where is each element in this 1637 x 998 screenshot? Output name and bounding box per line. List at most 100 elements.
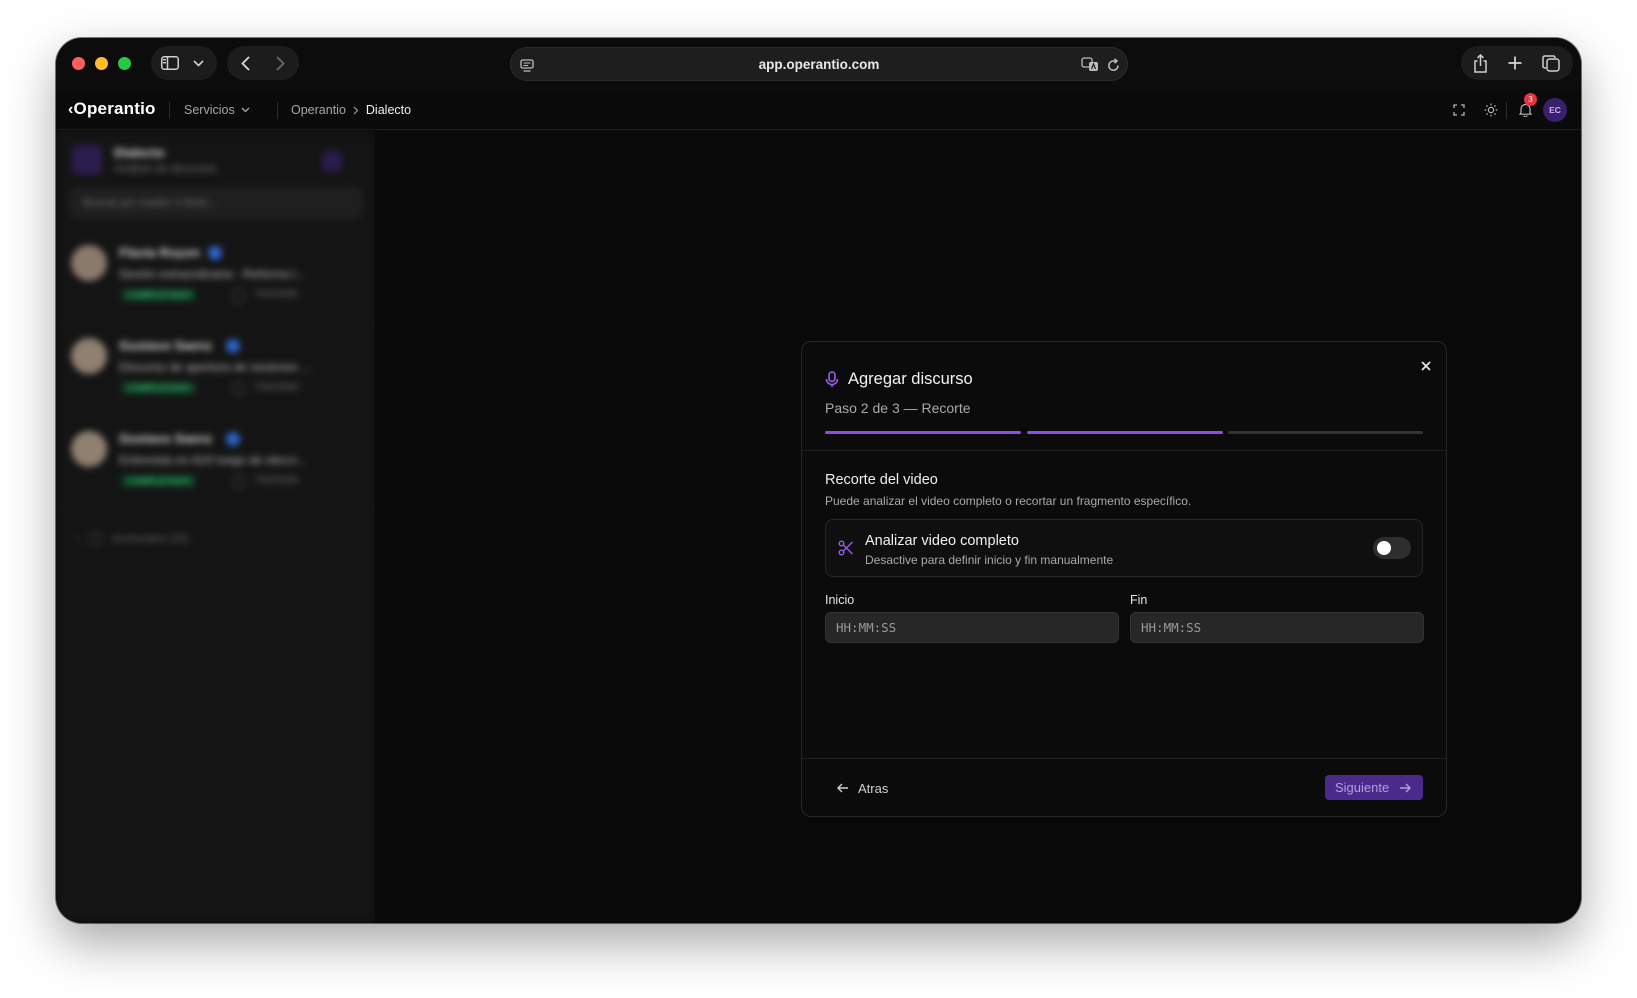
main-content: Agregar discurso Paso 2 de 3 — Recorte R… [375, 131, 1581, 923]
progress-step-2 [1027, 431, 1223, 434]
reload-icon[interactable] [1105, 56, 1121, 73]
list-item[interactable]: Gustavo Saenz Discurso de apertura de se… [56, 324, 375, 417]
clock-icon [232, 289, 246, 303]
add-speech-icon[interactable] [322, 151, 342, 171]
sidebar-toggle-group [151, 46, 217, 80]
add-speech-dialog: Agregar discurso Paso 2 de 3 — Recorte R… [801, 341, 1447, 817]
speech-title: Entrevista en A24 luego de elecci... [119, 453, 307, 467]
url-text: app.operantio.com [758, 57, 880, 72]
tabs-overview-icon[interactable] [1541, 54, 1561, 72]
end-label: Fin [1130, 593, 1148, 607]
operantio-logo[interactable]: ‹Operantio [68, 99, 156, 119]
sidebar-icon[interactable] [160, 55, 180, 71]
chevron-right-icon [353, 106, 359, 114]
speech-date: 7/02/2026 [254, 382, 299, 393]
logo-text: Operantio [73, 99, 156, 118]
breadcrumb-dialecto: Dialecto [365, 103, 412, 117]
clock-icon [232, 382, 246, 396]
speech-date: 7/02/2026 [254, 475, 299, 486]
avatar [71, 431, 107, 467]
archived-label: Archivados (33) [111, 533, 189, 545]
breadcrumb-operantio[interactable]: Operantio [291, 103, 346, 117]
sidebar-search-placeholder: Buscar por orador o título... [83, 197, 217, 209]
status-badge: COMPLETADO [121, 475, 197, 487]
sidebar-subtitle: Análisis de discursos [114, 163, 217, 175]
breadcrumb: Operantio Dialecto [291, 103, 411, 117]
arrow-right-icon [1400, 783, 1412, 792]
toggle-knob [1377, 541, 1391, 555]
verified-icon [226, 339, 240, 353]
notification-badge: 3 [1524, 93, 1537, 106]
microphone-icon [825, 371, 839, 387]
arrow-left-icon [837, 783, 848, 793]
new-tab-icon[interactable] [1506, 54, 1524, 72]
avatar [71, 245, 107, 281]
option-description: Desactive para definir inicio y fin manu… [865, 553, 1114, 567]
section-description: Puede analizar el video completo o recor… [825, 494, 1192, 508]
speaker-name: Gustavo Saenz [119, 338, 213, 353]
app-header: ‹Operantio Servicios Operantio Dialecto … [56, 90, 1581, 130]
chevron-right-icon: › [76, 533, 80, 545]
dialog-title: Agregar discurso [848, 370, 973, 388]
fullscreen-icon[interactable] [1452, 103, 1466, 117]
next-label: Siguiente [1335, 780, 1390, 795]
close-icon [1421, 361, 1431, 371]
speaker-name: Gustavo Saenz [119, 431, 213, 446]
verified-icon [226, 432, 240, 446]
list-item[interactable]: Flavia Royon Sesión extraordinaria - Ref… [56, 231, 375, 324]
address-bar[interactable]: app.operantio.com [510, 47, 1128, 81]
back-label: Atras [858, 780, 889, 796]
status-badge: COMPLETADO [121, 289, 197, 301]
minimize-window-button[interactable] [95, 57, 108, 70]
back-arrow-icon[interactable] [237, 55, 253, 71]
services-label: Servicios [184, 103, 235, 117]
footer-divider [802, 758, 1446, 759]
speaker-name: Flavia Royon [119, 245, 200, 260]
option-title: Analizar video completo [865, 533, 1019, 549]
chevron-down-icon[interactable] [191, 57, 205, 69]
archived-toggle[interactable]: › Archivados (33) [76, 533, 189, 545]
progress-step-1 [825, 431, 1021, 434]
share-icon[interactable] [1471, 53, 1489, 73]
status-badge: COMPLETADO [121, 382, 197, 394]
step-indicator: Paso 2 de 3 — Recorte [825, 400, 971, 416]
progress-step-3 [1228, 431, 1423, 434]
end-time-input[interactable] [1130, 612, 1424, 643]
header-divider [802, 450, 1446, 451]
browser-actions-group [1461, 46, 1573, 80]
avatar[interactable]: EC [1543, 98, 1567, 122]
forward-arrow-icon[interactable] [272, 55, 288, 71]
list-item[interactable]: Gustavo Saenz Entrevista en A24 luego de… [56, 417, 375, 510]
back-button[interactable]: Atras [837, 778, 888, 798]
theme-sun-icon[interactable] [1483, 102, 1499, 118]
full-video-option: Analizar video completo Desactive para d… [825, 519, 1423, 577]
close-dialog-button[interactable] [1416, 356, 1436, 376]
start-label: Inicio [825, 593, 855, 607]
translate-icon[interactable] [1081, 56, 1099, 73]
maximize-window-button[interactable] [118, 57, 131, 70]
clock-icon [232, 475, 246, 489]
section-title: Recorte del video [825, 472, 938, 488]
chevron-down-icon [241, 107, 250, 113]
speech-date: 7/02/2026 [254, 289, 299, 300]
speech-title: Sesión extraordinaria - Reforma l... [119, 267, 306, 281]
header-divider [169, 102, 170, 119]
browser-toolbar: app.operantio.com [56, 38, 1581, 90]
full-video-toggle[interactable] [1373, 537, 1411, 559]
scissors-icon [838, 540, 853, 556]
header-divider [277, 102, 278, 119]
sidebar-search-input[interactable]: Buscar por orador o título... [70, 188, 362, 218]
archive-box-icon [89, 533, 102, 545]
start-time-input[interactable] [825, 612, 1119, 643]
avatar [71, 338, 107, 374]
close-window-button[interactable] [72, 57, 85, 70]
services-menu[interactable]: Servicios [184, 103, 250, 117]
verified-icon [208, 246, 222, 260]
header-divider [1506, 102, 1507, 119]
next-button[interactable]: Siguiente [1325, 775, 1423, 800]
nav-buttons-group [227, 46, 299, 80]
dialecto-app-icon [72, 145, 102, 175]
speech-title: Discurso de apertura de sesiones ... [119, 360, 312, 374]
sidebar-title: Dialecto [114, 145, 165, 160]
sidebar: Dialecto Análisis de discursos Buscar po… [56, 131, 375, 923]
